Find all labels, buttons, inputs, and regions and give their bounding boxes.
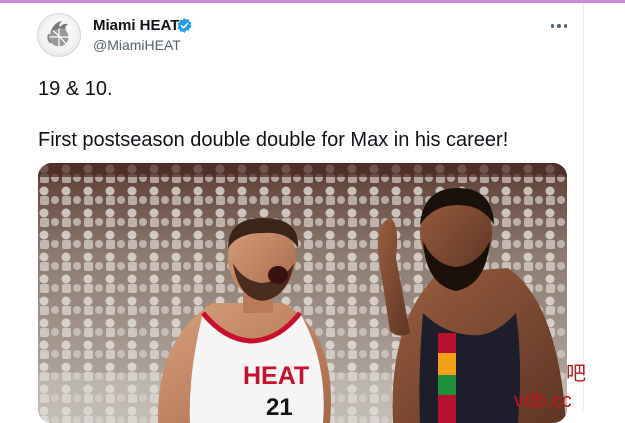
verified-badge-icon (177, 18, 192, 33)
more-dot-icon (550, 24, 555, 28)
watermark-url: vdb.cc (514, 390, 572, 412)
account-handle[interactable]: @MiamiHEAT (93, 36, 181, 54)
more-dot-icon (557, 24, 561, 28)
watermark-symbol: 吧 (566, 361, 586, 385)
tweet-text-line: 19 & 10. (38, 78, 113, 100)
display-name[interactable]: Miami HEAT (93, 16, 179, 35)
basketball-celebration-image: HEAT 21 (38, 163, 567, 423)
more-options-button[interactable] (544, 14, 574, 38)
jersey-number: 21 (266, 394, 293, 421)
timeline-border (583, 3, 584, 411)
more-dot-icon (563, 24, 568, 28)
heat-logo-icon (47, 21, 69, 47)
top-accent-bar (0, 0, 625, 3)
tweet-text-line: First postseason double double for Max i… (38, 129, 509, 151)
tweet-photo[interactable]: HEAT 21 (38, 163, 567, 423)
jersey-team-text: HEAT (243, 362, 309, 390)
avatar[interactable] (37, 13, 81, 57)
